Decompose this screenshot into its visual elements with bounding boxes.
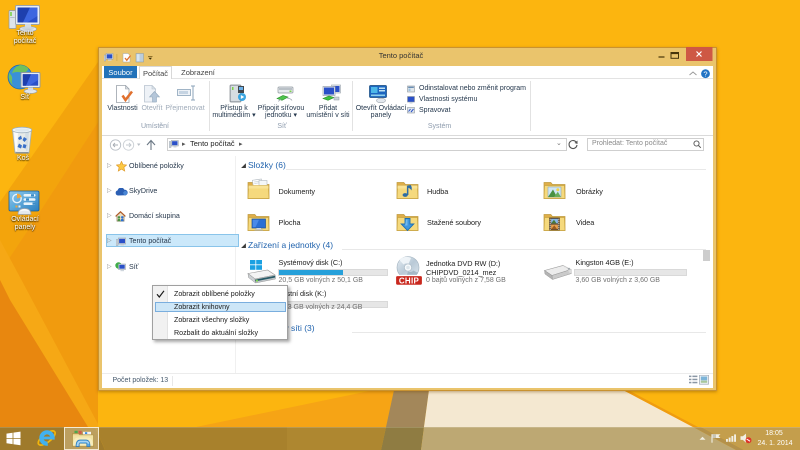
svg-text:?: ?: [703, 69, 707, 78]
svg-text:CHIP: CHIP: [399, 276, 420, 285]
